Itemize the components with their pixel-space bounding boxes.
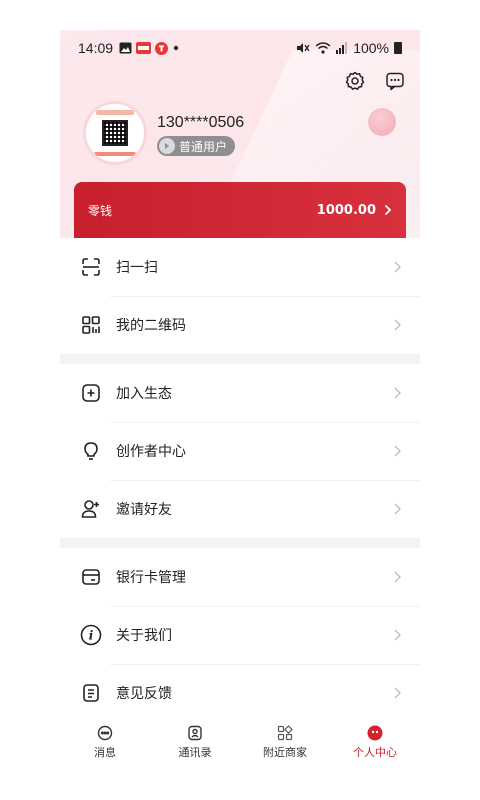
menu-item-my-qrcode[interactable]: 我的二维码	[60, 296, 420, 354]
svg-text:i: i	[89, 629, 94, 643]
app-screen: 14:09 100% 130****0506 普通用户 零钱 1000.00 扫…	[60, 30, 420, 770]
menu-label: 扫一扫	[116, 260, 158, 276]
qrcode-icon	[80, 314, 102, 336]
wallet-amount: 1000.00	[316, 202, 376, 218]
menu-group-tools: 扫一扫 我的二维码	[60, 238, 420, 354]
chevron-right-icon	[394, 444, 404, 458]
chevron-right-icon	[394, 260, 404, 274]
add-friend-icon	[80, 498, 102, 520]
wallet-label: 零钱	[88, 203, 113, 218]
bottom-tab-bar: 消息 通讯录 附近商家 个人中心	[60, 714, 420, 770]
app-badge-icon	[155, 41, 169, 55]
nearby-shops-icon	[276, 724, 294, 742]
user-level-badge: 普通用户	[157, 136, 236, 156]
tab-profile[interactable]: 个人中心	[330, 714, 420, 770]
chevron-right-icon	[394, 686, 404, 700]
gallery-icon	[119, 42, 132, 54]
menu-label: 邀请好友	[116, 502, 172, 518]
menu-item-creator-center[interactable]: 创作者中心	[60, 422, 420, 480]
chevron-right-icon	[394, 628, 404, 642]
plus-square-icon	[80, 382, 102, 404]
header-actions	[344, 70, 406, 92]
level-icon	[159, 138, 175, 154]
user-phone-number: 130****0506	[157, 114, 245, 131]
scan-icon	[80, 256, 102, 278]
avatar-decoration	[94, 152, 136, 156]
tab-label: 消息	[94, 746, 116, 759]
menu-item-about-us[interactable]: i 关于我们	[60, 606, 420, 664]
menu-group-community: 加入生态 创作者中心 邀请好友	[60, 364, 420, 538]
bank-card-icon	[80, 566, 102, 588]
app-notification-icon	[136, 42, 152, 54]
tab-label: 附近商家	[263, 746, 307, 759]
avatar-decoration	[96, 110, 134, 115]
chevron-right-icon	[394, 502, 404, 516]
profile-icon	[366, 724, 384, 742]
message-bubble-icon[interactable]	[384, 70, 406, 92]
menu-group-account: 银行卡管理 i 关于我们 意见反馈	[60, 548, 420, 722]
menu-item-bank-card[interactable]: 银行卡管理	[60, 548, 420, 606]
tab-label: 个人中心	[353, 746, 397, 759]
notification-icons	[119, 41, 180, 55]
battery-icon	[394, 42, 402, 54]
user-level-label: 普通用户	[179, 139, 228, 154]
chevron-right-icon	[394, 386, 404, 400]
mute-icon	[297, 43, 310, 53]
message-icon	[96, 724, 114, 742]
menu-label: 创作者中心	[116, 444, 186, 460]
wallet-card[interactable]: 零钱 1000.00	[74, 182, 406, 238]
info-icon: i	[80, 624, 102, 646]
signal-icon	[336, 42, 348, 54]
status-time: 14:09	[78, 40, 114, 56]
avatar-qr-image	[102, 120, 128, 146]
contacts-icon	[186, 724, 204, 742]
tab-nearby-shops[interactable]: 附近商家	[240, 714, 330, 770]
tab-label: 通讯录	[178, 746, 212, 759]
settings-gear-icon[interactable]	[344, 70, 366, 92]
wifi-icon	[315, 42, 331, 54]
dot-icon	[173, 45, 179, 51]
menu-item-scan[interactable]: 扫一扫	[60, 238, 420, 296]
battery-percent: 100%	[353, 40, 389, 56]
menu-item-invite-friends[interactable]: 邀请好友	[60, 480, 420, 538]
decorative-blob	[368, 108, 396, 136]
system-icons: 100%	[296, 40, 402, 56]
status-bar: 14:09 100%	[60, 30, 420, 66]
menu-label: 意见反馈	[116, 686, 172, 702]
menu-label: 加入生态	[116, 386, 172, 402]
menu-label: 银行卡管理	[116, 570, 186, 586]
wallet-amount-group: 1000.00	[317, 203, 392, 218]
menu-label: 关于我们	[116, 628, 172, 644]
menu-label: 我的二维码	[116, 318, 186, 334]
tab-messages[interactable]: 消息	[60, 714, 150, 770]
chevron-right-icon	[394, 318, 404, 332]
feedback-icon	[80, 682, 102, 704]
menu-item-join-ecosystem[interactable]: 加入生态	[60, 364, 420, 422]
lightbulb-icon	[80, 440, 102, 462]
tab-contacts[interactable]: 通讯录	[150, 714, 240, 770]
avatar[interactable]	[86, 104, 144, 162]
chevron-right-icon	[394, 570, 404, 584]
chevron-right-icon	[384, 204, 392, 216]
